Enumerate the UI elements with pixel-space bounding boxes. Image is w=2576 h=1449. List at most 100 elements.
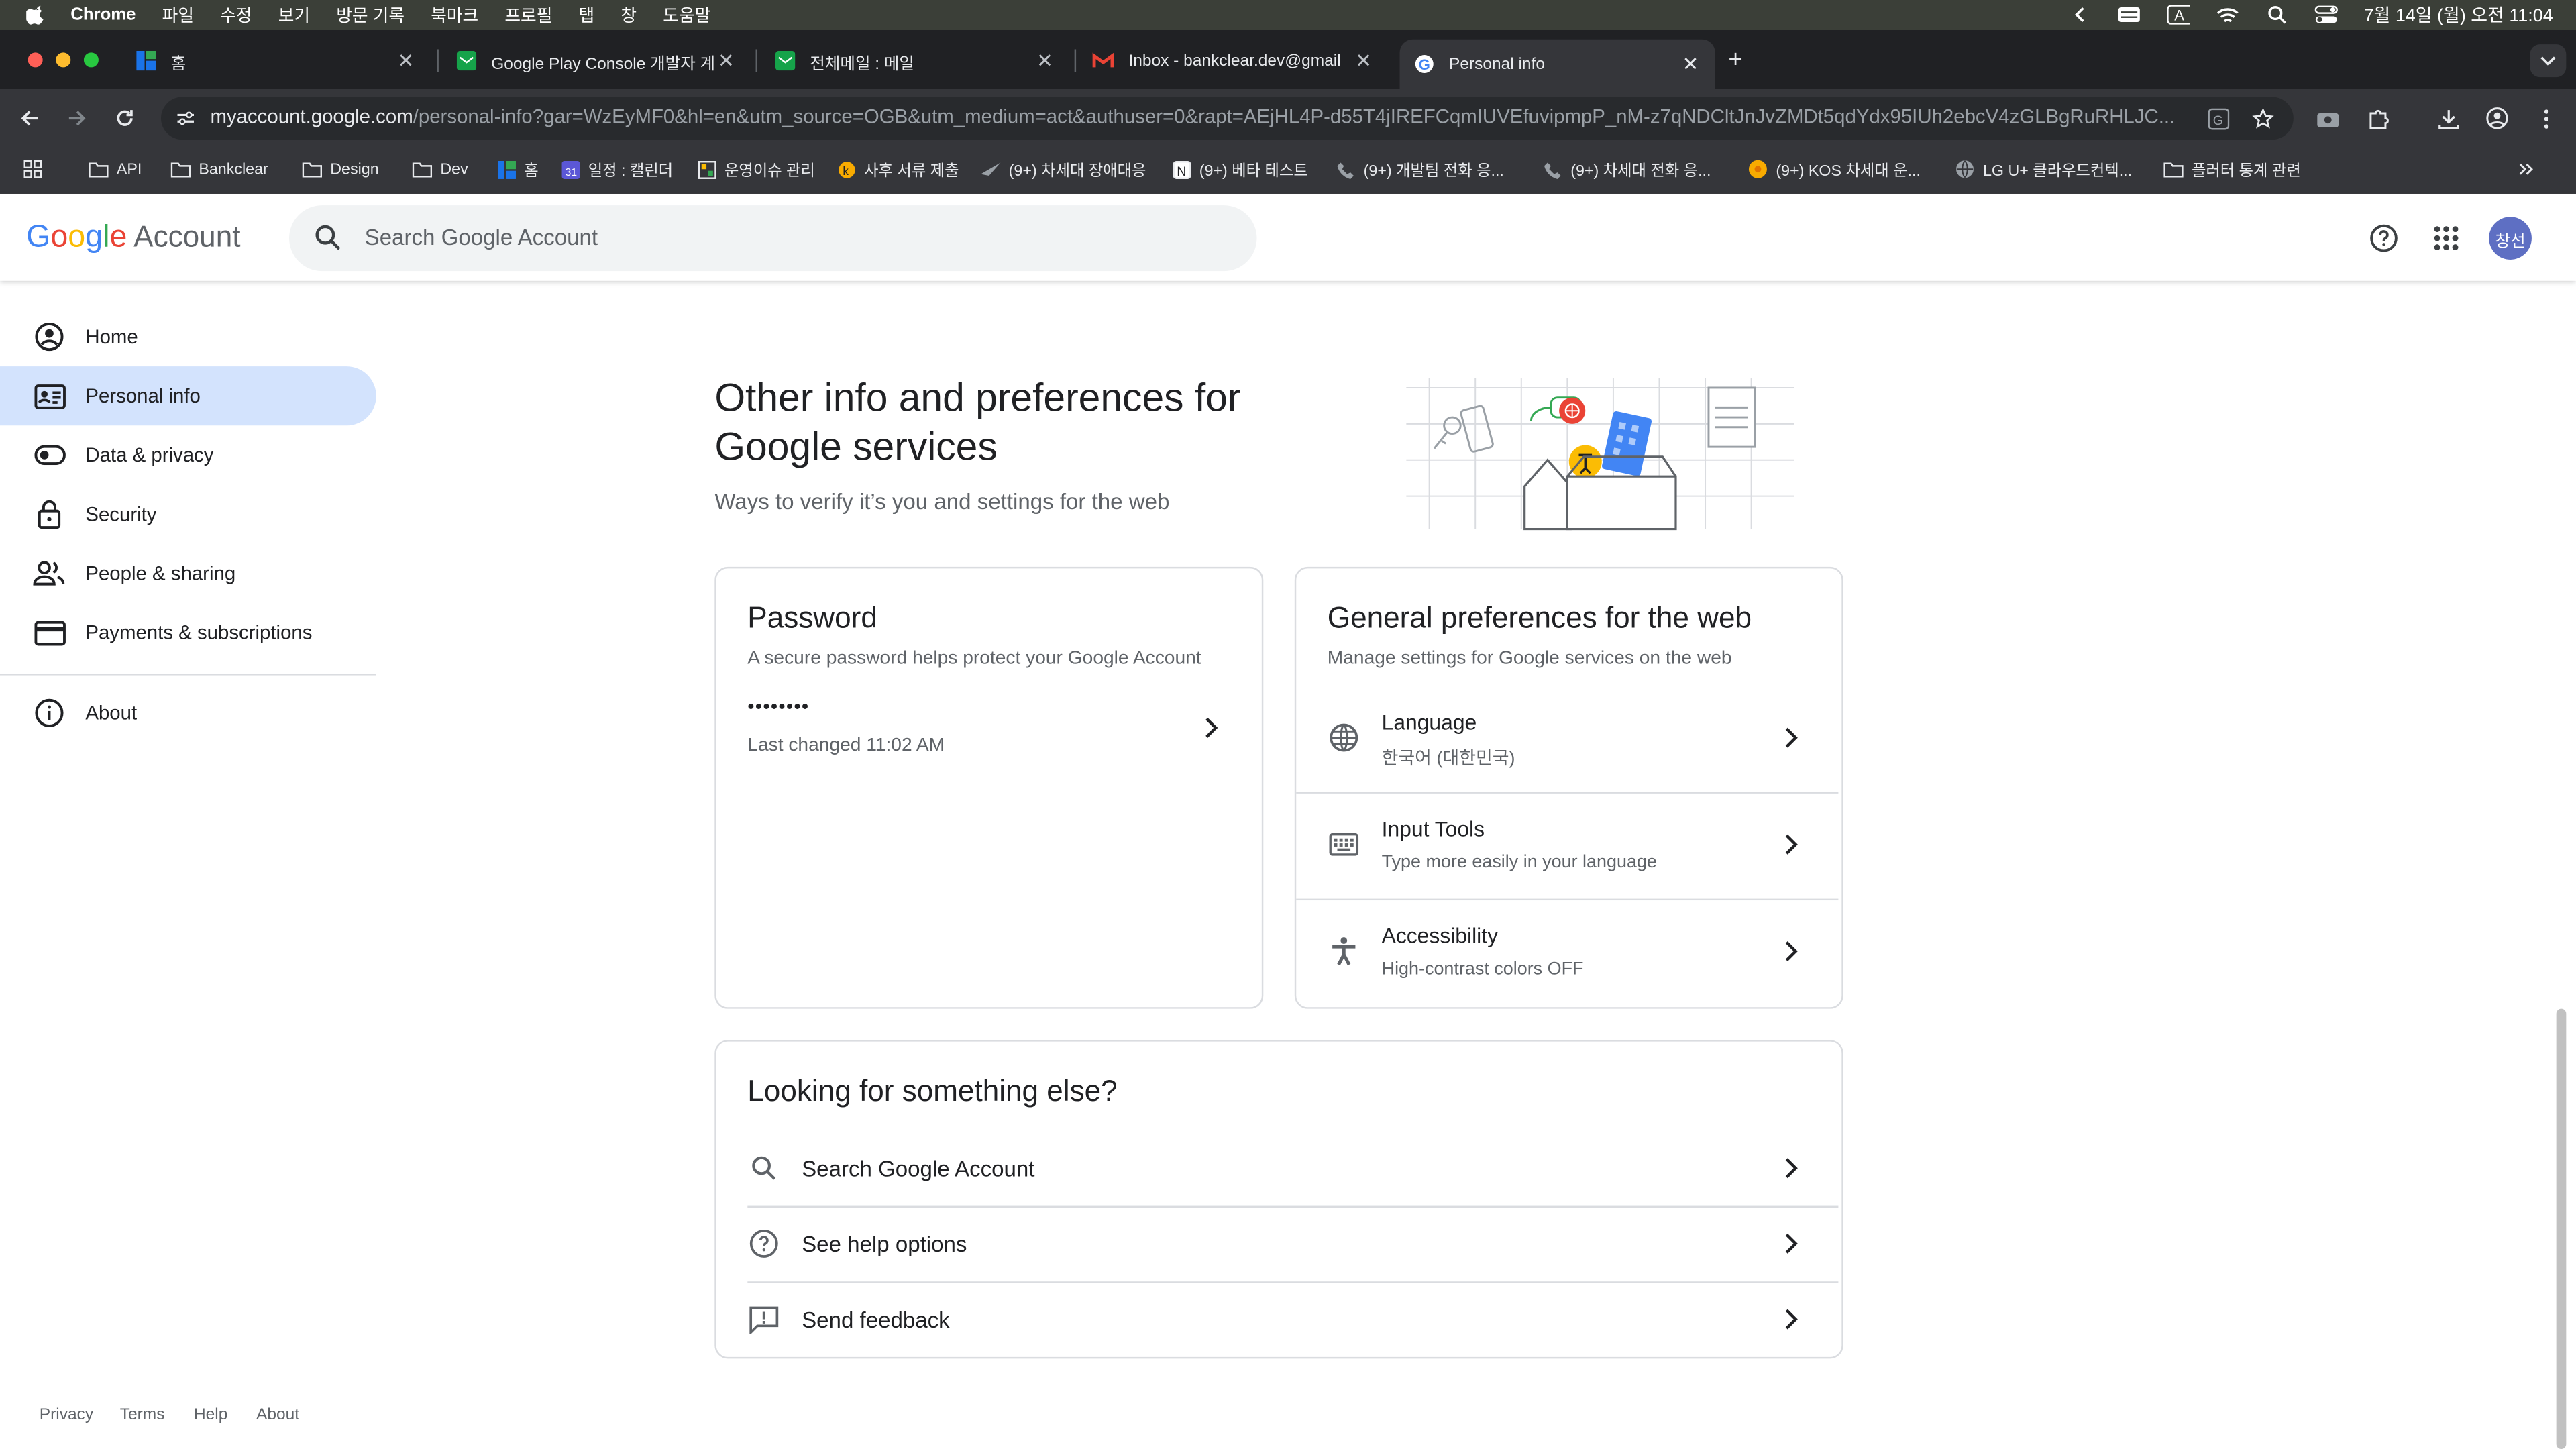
control-center-icon[interactable] (2314, 5, 2338, 24)
board-icon (696, 160, 716, 179)
app-logo-icon (496, 160, 516, 179)
bookmark-calendar[interactable]: 31 일정 : 캘린더 (560, 156, 673, 182)
sidebar-item-data-privacy[interactable]: Data & privacy (0, 425, 376, 484)
help-icon[interactable] (2367, 222, 2400, 255)
tab-play-console[interactable]: Google Play Console 개발자 계 ✕ (455, 40, 751, 83)
apple-icon[interactable] (26, 5, 46, 25)
search-icon[interactable] (314, 223, 342, 260)
tab-home[interactable]: 홈 ✕ (135, 40, 431, 83)
bookmark-bankclear[interactable]: Bankclear (170, 156, 268, 182)
tab-search-button[interactable] (2530, 44, 2567, 78)
window-zoom-button[interactable] (83, 52, 99, 68)
menu-window[interactable]: 창 (621, 3, 637, 28)
back-button[interactable] (13, 102, 46, 135)
bookmark-beta-test[interactable]: N (9+) 베타 테스트 (1171, 156, 1308, 182)
close-tab-icon[interactable]: ✕ (1355, 49, 1372, 72)
chevron-right-icon[interactable] (1779, 726, 1802, 749)
keyboard-status-icon[interactable] (2117, 5, 2140, 24)
apps-launcher-icon[interactable] (2430, 222, 2463, 255)
window-minimize-button[interactable] (56, 52, 71, 68)
toggle-icon (33, 439, 66, 472)
close-tab-icon[interactable]: ✕ (1036, 49, 1053, 72)
chevron-left-icon[interactable] (2068, 5, 2091, 24)
footer-terms-link[interactable]: Terms (120, 1406, 165, 1424)
page-scrollbar[interactable] (2556, 1008, 2567, 1449)
more-menu-icon[interactable] (2530, 102, 2563, 135)
menu-edit[interactable]: 수정 (220, 3, 252, 28)
profile-icon[interactable] (2481, 102, 2514, 135)
sidebar-item-security[interactable]: Security (0, 484, 376, 543)
feedback-icon (747, 1303, 780, 1336)
bookmark-incident[interactable]: (9+) 차세대 장애대응 (981, 156, 1146, 182)
bookmark-design[interactable]: Design (302, 156, 379, 182)
footer-help-link[interactable]: Help (194, 1406, 227, 1424)
menu-tab[interactable]: 탭 (579, 3, 595, 28)
sidebar-item-about[interactable]: About (0, 684, 376, 743)
spotlight-search-icon[interactable] (2265, 5, 2288, 24)
url-text[interactable]: myaccount.google.com/personal-info?gar=W… (210, 105, 2175, 128)
accessibility-row[interactable] (1296, 900, 1838, 1004)
menu-history[interactable]: 방문 기록 (336, 3, 405, 28)
masked-password: •••••••• (747, 694, 810, 718)
menu-help[interactable]: 도움말 (663, 3, 710, 28)
account-search-input[interactable]: Search Google Account (289, 205, 1257, 272)
chevron-right-icon[interactable] (1779, 833, 1802, 856)
page-subtitle: Ways to verify it’s you and settings for… (714, 489, 1170, 515)
site-info-icon[interactable] (169, 102, 202, 135)
new-tab-button[interactable]: + (1728, 46, 1742, 74)
tab-all-mail[interactable]: 전체메일 : 메일 ✕ (773, 40, 1069, 83)
bookmark-dev[interactable]: Dev (412, 156, 468, 182)
menu-chrome[interactable]: Chrome (70, 5, 136, 24)
chevron-right-icon[interactable] (1779, 1157, 1802, 1179)
bookmark-post-docs[interactable]: k 사후 서류 제출 (837, 156, 959, 182)
menu-file[interactable]: 파일 (162, 3, 194, 28)
input-source-icon[interactable]: A (2166, 5, 2190, 25)
bookmark-star-icon[interactable] (2246, 102, 2279, 135)
apps-grid-icon[interactable] (23, 156, 42, 182)
extensions-icon[interactable] (2361, 102, 2394, 135)
google-account-logo[interactable]: Google Account (26, 220, 240, 256)
mail-favicon-icon (455, 50, 476, 72)
window-close-button[interactable] (28, 52, 43, 68)
menu-profiles[interactable]: 프로필 (504, 3, 552, 28)
reload-button[interactable] (109, 102, 142, 135)
input-tools-row[interactable] (1296, 794, 1838, 899)
close-tab-icon[interactable]: ✕ (398, 49, 415, 72)
tab-gmail-inbox[interactable]: Inbox - bankclear.dev@gmail ✕ (1092, 40, 1389, 83)
sidebar-item-people-sharing[interactable]: People & sharing (0, 544, 376, 603)
more-bookmarks-icon[interactable] (2518, 156, 2534, 182)
bookmark-next-phone[interactable]: (9+) 차세대 전화 응... (1543, 156, 1711, 182)
tab-personal-info[interactable]: G Personal info ✕ (1399, 39, 1715, 89)
close-tab-icon[interactable]: ✕ (718, 49, 735, 72)
bookmark-ops-issues[interactable]: 운영이슈 관리 (696, 156, 815, 182)
bookmark-dev-phone[interactable]: (9+) 개발팀 전화 응... (1336, 156, 1504, 182)
wifi-icon[interactable] (2216, 5, 2239, 24)
bookmark-flutter-stats[interactable]: 플러터 통계 관련 (2163, 156, 2301, 182)
svg-text:G: G (1417, 56, 1429, 73)
footer-privacy-link[interactable]: Privacy (40, 1406, 93, 1424)
forward-button[interactable] (61, 102, 94, 135)
chevron-right-icon[interactable] (1199, 716, 1222, 739)
close-tab-icon[interactable]: ✕ (1682, 52, 1699, 75)
sidebar-item-home[interactable]: Home (0, 307, 376, 366)
translate-icon[interactable]: G (2202, 102, 2235, 135)
chevron-right-icon[interactable] (1779, 1307, 1802, 1330)
sidebar-item-payments[interactable]: Payments & subscriptions (0, 603, 376, 662)
bookmark-home[interactable]: 홈 (496, 156, 539, 182)
chevron-right-icon[interactable] (1779, 1232, 1802, 1255)
footer-about-link[interactable]: About (256, 1406, 299, 1424)
menu-view[interactable]: 보기 (278, 3, 310, 28)
bookmark-kos[interactable]: (9+) KOS 차세대 운... (1748, 156, 1921, 182)
screenshot-icon[interactable] (2312, 102, 2345, 135)
menubar-clock[interactable]: 7월 14일 (월) 오전 11:04 (2364, 1, 2553, 28)
downloads-icon[interactable] (2432, 102, 2465, 135)
credit-card-icon (33, 616, 66, 649)
svg-text:A: A (2174, 7, 2184, 24)
chevron-right-icon[interactable] (1779, 940, 1802, 963)
menu-bookmarks[interactable]: 북마크 (431, 3, 478, 28)
bookmark-api[interactable]: API (89, 156, 142, 182)
bookmark-lg-cloud[interactable]: LG U+ 클라우드컨텍... (1955, 156, 2132, 182)
sidebar-item-personal-info[interactable]: Personal info (0, 366, 376, 426)
avatar[interactable]: 창선 (2489, 217, 2532, 260)
language-row[interactable] (1296, 687, 1838, 792)
